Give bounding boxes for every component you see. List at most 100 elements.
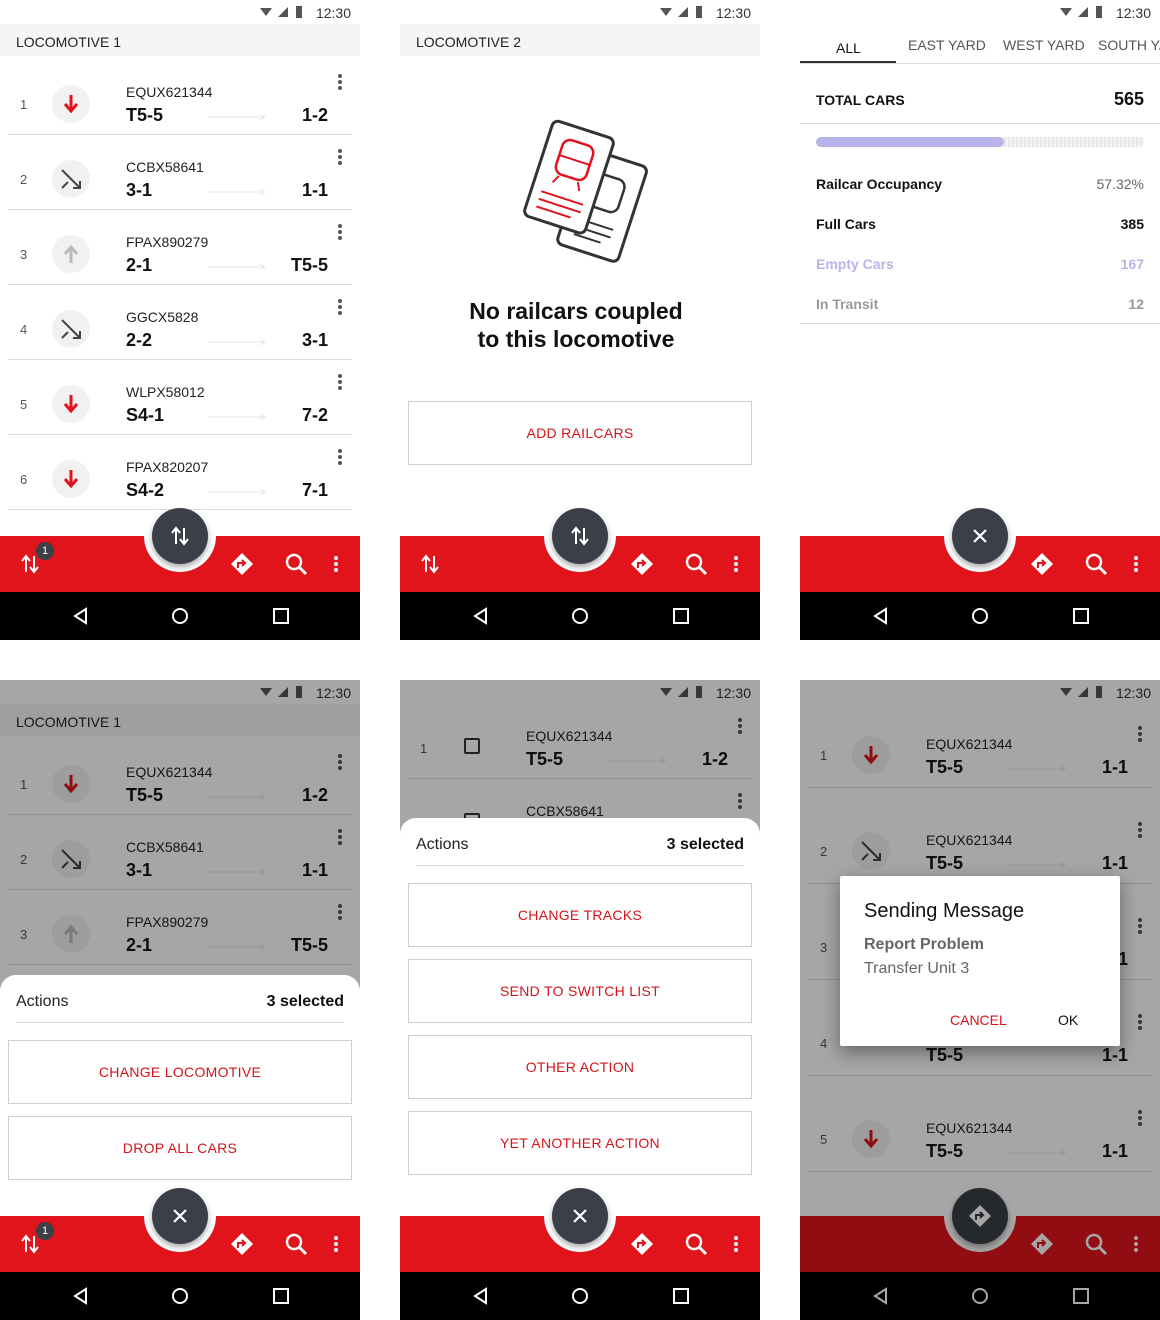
home-icon[interactable] (571, 1287, 589, 1305)
selected-count: 3 selected (666, 836, 744, 853)
cancel-button[interactable]: CANCEL (950, 1012, 1007, 1028)
home-icon[interactable] (171, 607, 189, 625)
total-cars-value: 565 (1113, 89, 1144, 109)
dialog-message: Transfer Unit 3 (864, 960, 970, 977)
send-to-switch-list-button[interactable]: SEND TO SWITCH LIST (408, 959, 752, 1023)
back-icon[interactable] (472, 1287, 490, 1305)
stat-label: Railcar Occupancy (816, 176, 943, 192)
search-icon[interactable] (1084, 552, 1108, 576)
list-item[interactable]: 4 GGCX5828 2-2 3-1 (8, 285, 352, 360)
home-icon[interactable] (571, 607, 589, 625)
swap-fab[interactable] (152, 508, 208, 564)
total-cars-label: TOTAL CARS (816, 92, 905, 108)
back-icon[interactable] (72, 1287, 90, 1305)
from-track: 2-2 (126, 330, 153, 350)
system-nav-bar (400, 592, 760, 640)
occupancy-bar (816, 137, 1144, 147)
more-icon[interactable] (338, 74, 342, 92)
search-icon[interactable] (284, 1232, 308, 1256)
directions-icon[interactable] (630, 552, 654, 576)
close-fab[interactable] (552, 1188, 608, 1244)
empty-state-title: No railcars coupled to this locomotive (400, 297, 752, 353)
to-track: 3-1 (301, 330, 328, 350)
status-bar: 12:30 (800, 0, 1160, 24)
more-icon[interactable] (338, 449, 342, 467)
tab-east-yard[interactable]: EAST YARD (908, 37, 986, 53)
search-icon[interactable] (684, 552, 708, 576)
recents-icon[interactable] (672, 607, 690, 625)
occupancy-bar-fill (816, 137, 1004, 147)
list-item[interactable]: 3 FPAX890279 2-1 T5-5 (8, 210, 352, 285)
change-tracks-button[interactable]: CHANGE TRACKS (408, 883, 752, 947)
arrow-down-icon (52, 85, 90, 123)
status-bar: 12:30 (400, 0, 760, 24)
stat-in-transit: In Transit 12 (816, 296, 1144, 312)
screen-locomotive-1: 12:30 LOCOMOTIVE 1 1 EQUX621344 T5-5 1-2… (0, 0, 360, 640)
more-icon[interactable] (734, 1236, 738, 1254)
shuffle-icon (52, 310, 90, 348)
close-fab[interactable] (952, 508, 1008, 564)
ok-button[interactable]: OK (1058, 1012, 1078, 1028)
list-item[interactable]: 5 WLPX58012 S4-1 7-2 (8, 360, 352, 435)
swap-fab[interactable] (552, 508, 608, 564)
other-action-button[interactable]: OTHER ACTION (408, 1035, 752, 1099)
stat-value: 385 (1120, 216, 1144, 232)
more-icon[interactable] (338, 149, 342, 167)
tab-indicator (800, 61, 896, 63)
row-number: 5 (20, 397, 28, 412)
home-icon[interactable] (171, 1287, 189, 1305)
recents-icon[interactable] (272, 607, 290, 625)
close-fab[interactable] (152, 1188, 208, 1244)
more-icon[interactable] (338, 299, 342, 317)
page-title: LOCOMOTIVE 2 (416, 34, 522, 50)
recents-icon[interactable] (672, 1287, 690, 1305)
more-icon[interactable] (338, 374, 342, 392)
arrow-down-icon (52, 460, 90, 498)
stat-label: Empty Cars (816, 256, 894, 272)
from-track: 3-1 (126, 180, 153, 200)
list-item[interactable]: 6 FPAX820207 S4-2 7-1 (8, 435, 352, 510)
recents-icon[interactable] (272, 1287, 290, 1305)
from-track: S4-2 (126, 480, 165, 500)
railcar-cards-illustration (523, 119, 648, 263)
change-locomotive-button[interactable]: CHANGE LOCOMOTIVE (8, 1040, 352, 1104)
yard-tabs: ALL EAST YARD WEST YARD SOUTH YA (800, 24, 1160, 64)
to-track: 7-1 (301, 480, 328, 500)
list-item[interactable]: 2 CCBX58641 3-1 1-1 (8, 135, 352, 210)
drop-all-cars-button[interactable]: DROP ALL CARS (8, 1116, 352, 1180)
back-icon[interactable] (72, 607, 90, 625)
more-icon[interactable] (734, 556, 738, 574)
directions-icon[interactable] (230, 552, 254, 576)
more-icon[interactable] (1134, 556, 1138, 574)
recents-icon[interactable] (1072, 607, 1090, 625)
tab-all[interactable]: ALL (836, 40, 861, 56)
dialog-subtitle: Report Problem (864, 936, 985, 953)
from-track: 2-1 (126, 255, 153, 275)
directions-icon[interactable] (630, 1232, 654, 1256)
more-icon[interactable] (334, 1236, 338, 1254)
row-number: 4 (20, 322, 28, 337)
to-track: 7-2 (301, 405, 328, 425)
back-icon[interactable] (472, 607, 490, 625)
swap-icon[interactable] (418, 552, 442, 576)
tab-west-yard[interactable]: WEST YARD (1003, 37, 1085, 53)
stat-value: 12 (1128, 296, 1144, 312)
directions-icon[interactable] (230, 1232, 254, 1256)
search-icon[interactable] (684, 1232, 708, 1256)
home-icon[interactable] (971, 607, 989, 625)
list-item[interactable]: 1 EQUX621344 T5-5 1-2 (8, 60, 352, 135)
empty-state-line-2: to this locomotive (477, 326, 675, 352)
tab-south-yard[interactable]: SOUTH YA (1098, 37, 1160, 53)
back-icon[interactable] (872, 607, 890, 625)
yet-another-action-button[interactable]: YET ANOTHER ACTION (408, 1111, 752, 1175)
arrow-right-icon (208, 263, 266, 271)
more-icon[interactable] (334, 556, 338, 574)
search-icon[interactable] (284, 552, 308, 576)
car-code: FPAX820207 (126, 459, 209, 475)
more-icon[interactable] (338, 224, 342, 242)
directions-icon[interactable] (1030, 552, 1054, 576)
arrow-up-icon (52, 235, 90, 273)
page-title: LOCOMOTIVE 1 (16, 34, 122, 50)
add-railcars-button[interactable]: ADD RAILCARS (408, 401, 752, 465)
status-time: 12:30 (715, 5, 751, 21)
